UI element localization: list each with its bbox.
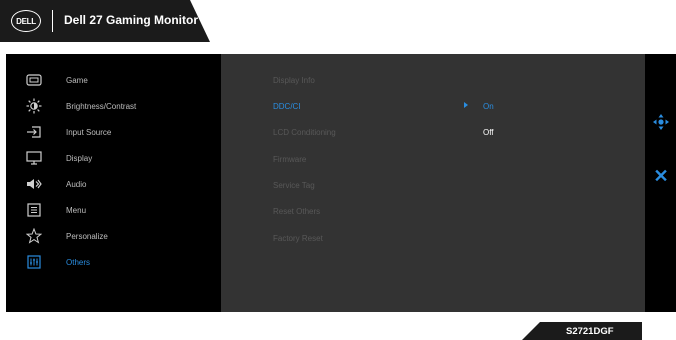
input-source-icon — [26, 124, 42, 140]
option-on[interactable]: On — [483, 102, 494, 111]
submenu-item-service-tag[interactable]: Service Tag — [273, 181, 315, 190]
menu-item-brightness-contrast[interactable]: Brightness/Contrast — [6, 93, 221, 119]
submenu-item-lcd-conditioning[interactable]: LCD Conditioning — [273, 128, 336, 137]
menu-item-display[interactable]: Display — [6, 145, 221, 171]
header-tab: DELL Dell 27 Gaming Monitor — [0, 0, 210, 42]
close-icon[interactable]: ✕ — [651, 166, 671, 187]
selection-arrow-icon — [464, 102, 468, 108]
star-icon — [26, 228, 42, 244]
menu-item-game[interactable]: Game — [6, 67, 221, 93]
model-badge: S2721DGF — [522, 322, 642, 340]
menu-icon — [26, 202, 42, 218]
menu-item-label: Game — [66, 75, 88, 85]
menu-item-label: Brightness/Contrast — [66, 101, 137, 111]
submenu-item-reset-others[interactable]: Reset Others — [273, 207, 320, 216]
menu-item-input-source[interactable]: Input Source — [6, 119, 221, 145]
brightness-icon — [26, 98, 42, 114]
menu-item-audio[interactable]: Audio — [6, 171, 221, 197]
navigation-joystick-icon[interactable] — [652, 113, 670, 131]
menu-item-menu[interactable]: Menu — [6, 197, 221, 223]
submenu-panel: Display Info DDC/CI LCD Conditioning Fir… — [221, 54, 645, 312]
menu-item-others[interactable]: Others — [6, 249, 221, 275]
game-icon — [26, 72, 42, 88]
submenu-item-ddc-ci[interactable]: DDC/CI — [273, 102, 301, 111]
display-icon — [26, 150, 42, 166]
main-menu: Game Brightness/Contrast Input Source Di… — [6, 54, 221, 312]
audio-icon — [26, 176, 42, 192]
menu-item-label: Others — [66, 257, 91, 267]
option-off[interactable]: Off — [483, 128, 494, 137]
menu-item-label: Display — [66, 153, 93, 163]
menu-item-personalize[interactable]: Personalize — [6, 223, 221, 249]
navigation-bar: ✕ — [645, 54, 676, 312]
menu-item-label: Personalize — [66, 231, 108, 241]
dell-logo: DELL — [11, 10, 41, 32]
submenu-item-factory-reset[interactable]: Factory Reset — [273, 234, 323, 243]
others-icon — [26, 254, 42, 270]
submenu-item-firmware[interactable]: Firmware — [273, 155, 306, 164]
menu-item-label: Menu — [66, 205, 87, 215]
header-divider — [52, 10, 53, 32]
submenu-item-display-info[interactable]: Display Info — [273, 76, 315, 85]
menu-item-label: Input Source — [66, 127, 112, 137]
monitor-title: Dell 27 Gaming Monitor — [64, 13, 199, 27]
osd-panel: Game Brightness/Contrast Input Source Di… — [6, 54, 676, 312]
menu-item-label: Audio — [66, 179, 87, 189]
model-name: S2721DGF — [566, 326, 614, 337]
